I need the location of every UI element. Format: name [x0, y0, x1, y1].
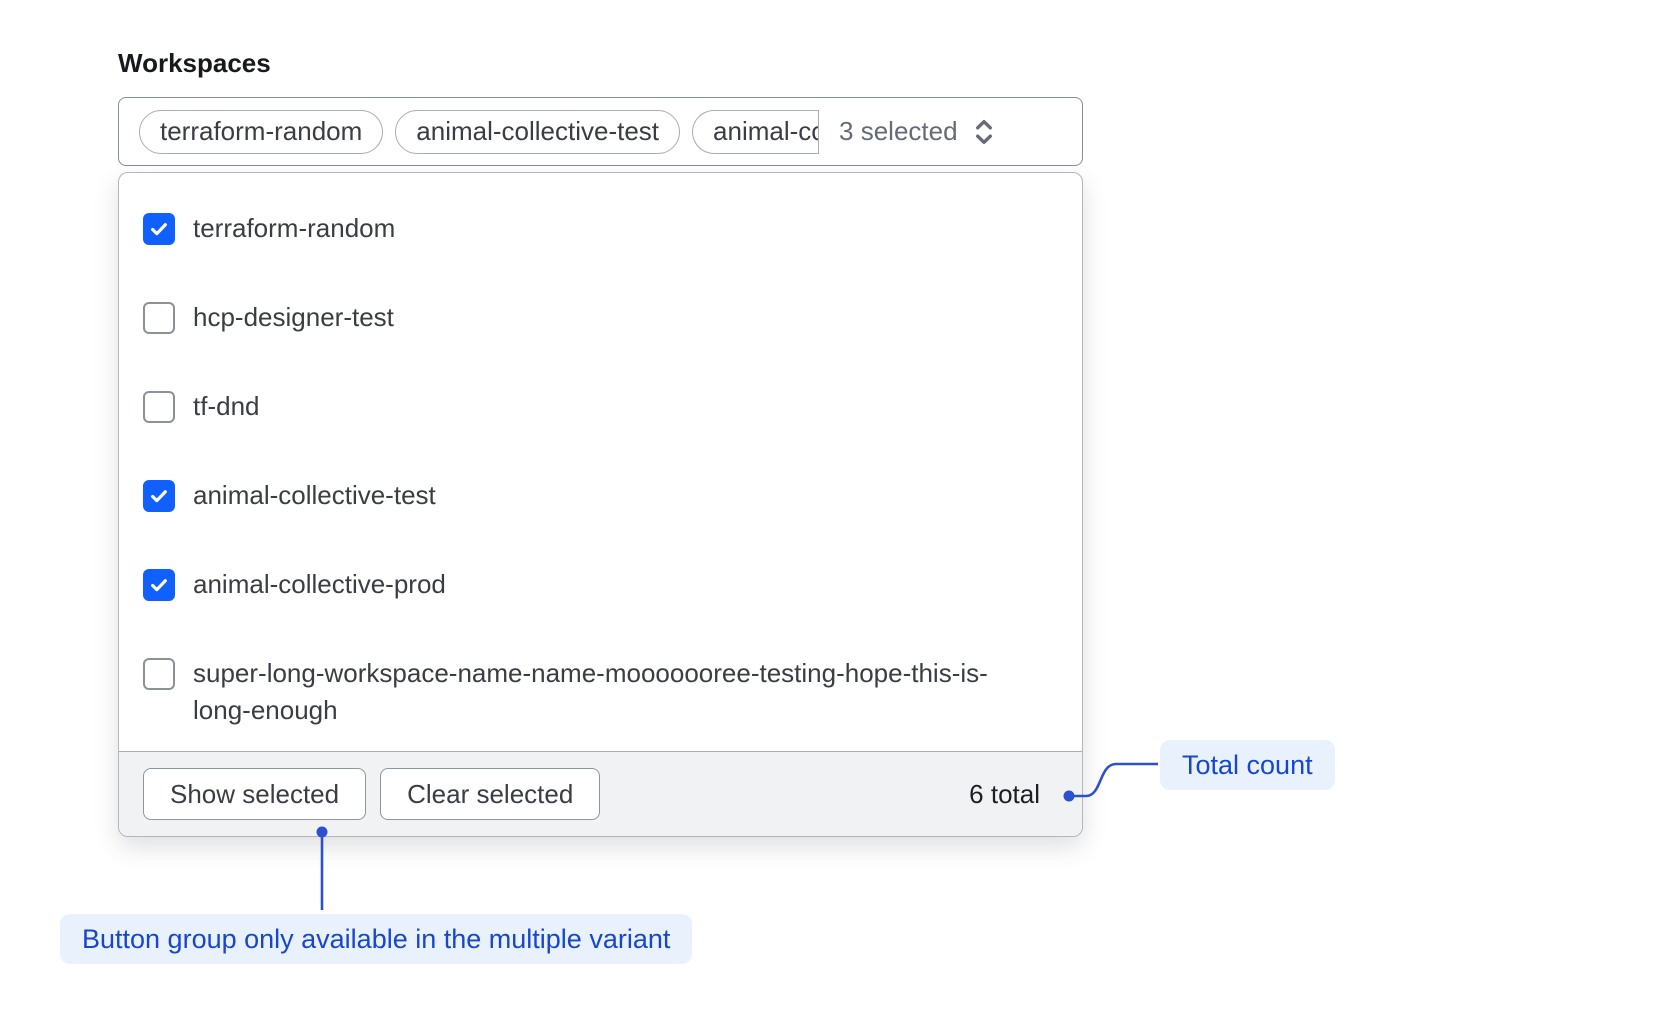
- check-icon: [148, 574, 170, 596]
- option-checkbox[interactable]: [143, 480, 175, 512]
- option-label: hcp-designer-test: [193, 299, 394, 336]
- option-row[interactable]: animal-collective-test: [143, 480, 1058, 514]
- option-row[interactable]: tf-dnd: [143, 391, 1058, 425]
- check-icon: [148, 485, 170, 507]
- check-icon: [148, 218, 170, 240]
- option-checkbox[interactable]: [143, 213, 175, 245]
- tag-pill: terraform-random: [139, 110, 383, 154]
- dropdown-panel: terraform-random hcp-designer-test tf-dn…: [118, 172, 1083, 837]
- total-count-annotation: Total count: [1160, 740, 1335, 790]
- clear-selected-button[interactable]: Clear selected: [380, 768, 600, 820]
- option-label: animal-collective-prod: [193, 566, 446, 603]
- option-label: animal-collective-test: [193, 477, 436, 514]
- show-selected-button[interactable]: Show selected: [143, 768, 366, 820]
- total-count-text: 6 total: [969, 779, 1040, 810]
- option-checkbox[interactable]: [143, 569, 175, 601]
- option-label: super-long-workspace-name-name-moooooore…: [193, 655, 993, 729]
- super-select-trigger[interactable]: terraform-random animal-collective-test …: [118, 97, 1083, 166]
- tag-pill-clipped: animal-collective-prod: [692, 110, 819, 154]
- caret-sort-icon: [970, 116, 998, 148]
- option-checkbox[interactable]: [143, 658, 175, 690]
- page: Workspaces terraform-random animal-colle…: [0, 0, 1672, 1024]
- option-row[interactable]: animal-collective-prod: [143, 569, 1058, 603]
- listbox: terraform-random hcp-designer-test tf-dn…: [119, 173, 1082, 751]
- button-group-annotation: Button group only available in the multi…: [60, 914, 692, 964]
- option-checkbox[interactable]: [143, 302, 175, 334]
- option-row[interactable]: super-long-workspace-name-name-moooooore…: [143, 658, 1058, 729]
- option-row[interactable]: terraform-random: [143, 213, 1058, 247]
- option-label: tf-dnd: [193, 388, 260, 425]
- option-label: terraform-random: [193, 210, 395, 247]
- workspaces-label: Workspaces: [118, 48, 271, 79]
- tag-pill: animal-collective-test: [395, 110, 680, 154]
- option-row[interactable]: hcp-designer-test: [143, 302, 1058, 336]
- option-checkbox[interactable]: [143, 391, 175, 423]
- selected-count: 3 selected: [839, 116, 958, 147]
- listbox-footer: Show selected Clear selected 6 total: [119, 751, 1082, 836]
